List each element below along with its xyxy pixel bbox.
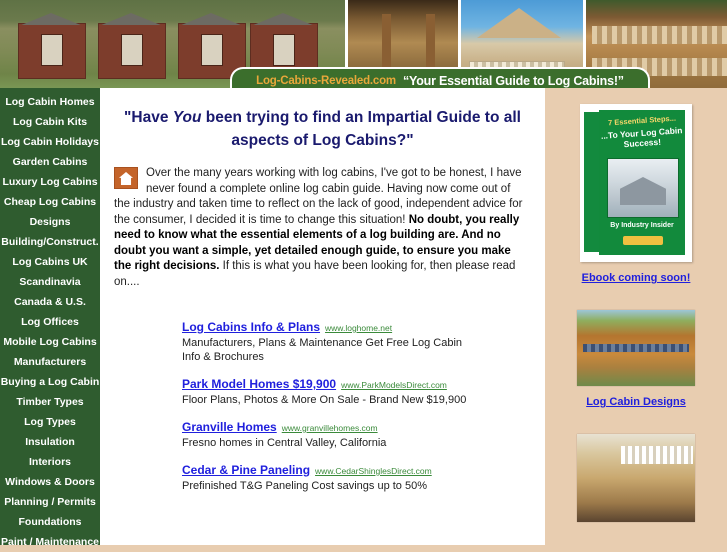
ad-item: Park Model Homes $19,900 www.ParkModelsDi… bbox=[182, 377, 482, 407]
ad-title-link[interactable]: Log Cabins Info & Plans bbox=[182, 320, 320, 334]
log-cabin-designs-link[interactable]: Log Cabin Designs bbox=[577, 396, 695, 408]
sidebar-item-log-offices[interactable]: Log Offices bbox=[0, 312, 100, 332]
ad-title-line: Granville Homes www.granvillehomes.com bbox=[182, 420, 482, 435]
ad-description: Fresno homes in Central Valley, Californ… bbox=[182, 437, 387, 449]
sidebar-item-foundations[interactable]: Foundations bbox=[0, 512, 100, 532]
interior-photo-image[interactable] bbox=[577, 434, 695, 522]
sidebar-item-luxury-log-cabins[interactable]: Luxury Log Cabins bbox=[0, 172, 100, 192]
ad-title-link[interactable]: Granville Homes bbox=[182, 420, 277, 434]
ebook-cover-image: 7 Essential Steps... ...To Your Log Cabi… bbox=[580, 104, 692, 262]
sidebar-item-insulation[interactable]: Insulation bbox=[0, 432, 100, 452]
sidebar-item-paint-maintenance[interactable]: Paint / Maintenance bbox=[0, 532, 100, 552]
site-tagline: “Your Essential Guide to Log Cabins!” bbox=[402, 74, 624, 88]
ad-url[interactable]: www.ParkModelsDirect.com bbox=[341, 380, 447, 390]
ebook-cover-photo bbox=[607, 158, 679, 218]
sidebar-item-log-types[interactable]: Log Types bbox=[0, 412, 100, 432]
stair-rail-graphic bbox=[621, 446, 693, 464]
gable-graphic bbox=[477, 8, 561, 38]
ebook-front-cover: 7 Essential Steps... ...To Your Log Cabi… bbox=[599, 110, 685, 255]
ad-title-line: Park Model Homes $19,900 www.ParkModelsDi… bbox=[182, 377, 482, 392]
sidebar-item-cheap-log-cabins[interactable]: Cheap Log Cabins bbox=[0, 192, 100, 212]
ad-url[interactable]: www.loghome.net bbox=[325, 323, 392, 333]
intro-paragraph: Over the many years working with log cab… bbox=[114, 166, 529, 290]
ad-url[interactable]: www.CedarShinglesDirect.com bbox=[315, 466, 432, 476]
ad-description: Prefinished T&G Paneling Cost savings up… bbox=[182, 480, 427, 492]
ad-block: Log Cabins Info & Plans www.loghome.net M… bbox=[182, 320, 482, 506]
balcony-graphic bbox=[592, 26, 727, 44]
sidebar-item-garden-cabins[interactable]: Garden Cabins bbox=[0, 152, 100, 172]
site-name: Log-Cabins-Revealed.com bbox=[256, 75, 396, 87]
interior-photo-promo bbox=[577, 434, 695, 522]
ebook-promo: 7 Essential Steps... ...To Your Log Cabi… bbox=[577, 104, 695, 284]
page-headline: "Have You been trying to find an Imparti… bbox=[114, 106, 531, 152]
ad-title-link[interactable]: Park Model Homes $19,900 bbox=[182, 377, 336, 391]
sidebar-item-buying-a-log-cabin[interactable]: Buying a Log Cabin bbox=[0, 372, 100, 392]
sidebar-item-log-cabins-uk[interactable]: Log Cabins UK bbox=[0, 252, 100, 272]
main-content: "Have You been trying to find an Imparti… bbox=[100, 88, 545, 545]
sidebar-item-mobile-log-cabins[interactable]: Mobile Log Cabins bbox=[0, 332, 100, 352]
headline-part-2: been trying to find an Impartial Guide t… bbox=[201, 109, 521, 149]
headline-part-1: "Have bbox=[124, 109, 173, 126]
sidebar-item-canada-and-us[interactable]: Canada & U.S. bbox=[0, 292, 100, 312]
sidebar-item-log-cabin-homes[interactable]: Log Cabin Homes bbox=[0, 92, 100, 112]
ad-title-line: Log Cabins Info & Plans www.loghome.net bbox=[182, 320, 482, 335]
log-cabin-designs-promo: Log Cabin Designs bbox=[577, 310, 695, 408]
ad-description: Floor Plans, Photos & More On Sale - Bra… bbox=[182, 394, 467, 406]
ad-title-line: Cedar & Pine Paneling www.CedarShinglesDi… bbox=[182, 463, 482, 478]
ebook-spine bbox=[584, 112, 599, 252]
ad-item: Log Cabins Info & Plans www.loghome.net M… bbox=[182, 320, 482, 364]
sidebar-item-log-cabin-holidays[interactable]: Log Cabin Holidays bbox=[0, 132, 100, 152]
ebook-cover-badge bbox=[623, 236, 663, 245]
balcony-rail-graphic bbox=[583, 344, 689, 352]
sidebar-item-interiors[interactable]: Interiors bbox=[0, 452, 100, 472]
right-sidebar: 7 Essential Steps... ...To Your Log Cabi… bbox=[545, 88, 727, 545]
sidebar-item-planning-permits[interactable]: Planning / Permits bbox=[0, 492, 100, 512]
ad-description: Manufacturers, Plans & Maintenance Get F… bbox=[182, 337, 463, 363]
house-icon bbox=[114, 167, 138, 189]
ebook-coming-soon-link[interactable]: Ebook coming soon! bbox=[577, 272, 695, 284]
sidebar-item-log-cabin-kits[interactable]: Log Cabin Kits bbox=[0, 112, 100, 132]
sidebar-item-timber-types[interactable]: Timber Types bbox=[0, 392, 100, 412]
ad-title-link[interactable]: Cedar & Pine Paneling bbox=[182, 463, 310, 477]
ad-item: Granville Homes www.granvillehomes.com Fr… bbox=[182, 420, 482, 450]
sidebar-item-windows-and-doors[interactable]: Windows & Doors bbox=[0, 472, 100, 492]
ebook-cover-line-3: By Industry Insider bbox=[610, 222, 674, 229]
sidebar-item-manufacturers[interactable]: Manufacturers bbox=[0, 352, 100, 372]
sidebar-item-designs[interactable]: Designs bbox=[0, 212, 100, 232]
ad-url[interactable]: www.granvillehomes.com bbox=[282, 423, 378, 433]
site-header: Log-Cabins-Revealed.com “Your Essential … bbox=[0, 0, 727, 95]
sidebar-item-building-construct[interactable]: Building/Construct. bbox=[0, 232, 100, 252]
left-navigation: Log Cabin Homes Log Cabin Kits Log Cabin… bbox=[0, 88, 100, 548]
headline-emphasis: You bbox=[172, 109, 202, 126]
log-cabin-designs-image[interactable] bbox=[577, 310, 695, 386]
ad-item: Cedar & Pine Paneling www.CedarShinglesDi… bbox=[182, 463, 482, 493]
sidebar-item-scandinavia[interactable]: Scandinavia bbox=[0, 272, 100, 292]
